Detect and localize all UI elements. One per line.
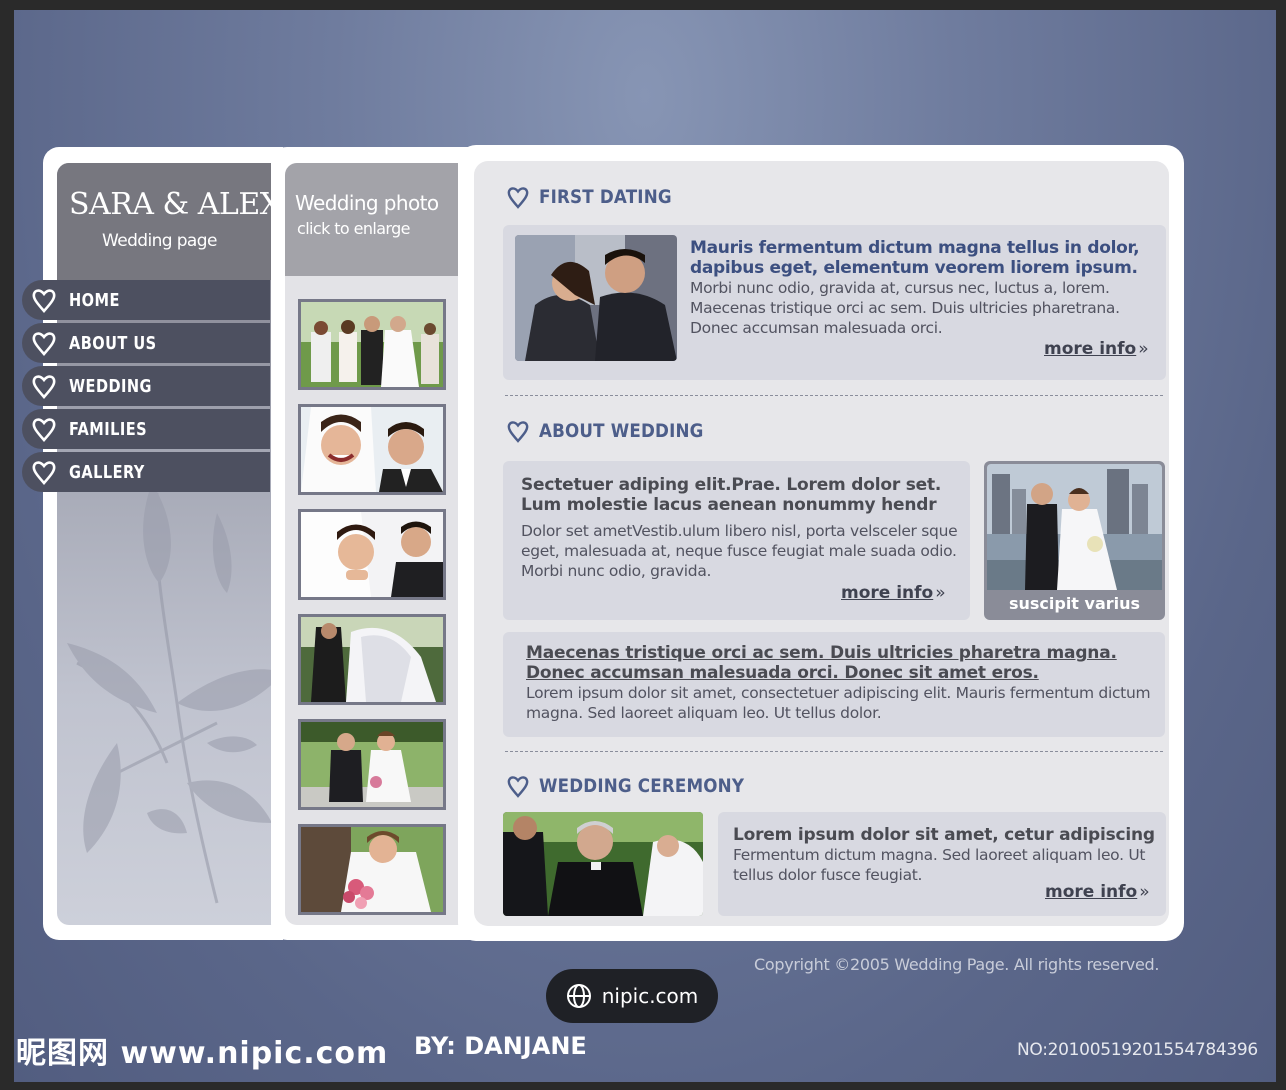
more-info-label: more info: [1045, 882, 1138, 902]
nav-item-wedding[interactable]: WEDDING: [22, 366, 270, 406]
site-subtitle: Wedding page: [102, 231, 217, 251]
about-wedding-photo-card: suscipit varius: [984, 461, 1165, 620]
nav-item-families[interactable]: FAMILIES: [22, 409, 270, 449]
about-wedding-lead: Sectetuer adiping elit.Prae. Lorem dolor…: [521, 475, 942, 515]
wedding-ceremony-photo: [503, 812, 703, 916]
photo-thumbnail[interactable]: [298, 509, 446, 600]
content-panel: FIRST DATING Mauris fermentum dictum mag…: [474, 161, 1169, 926]
wedding-ceremony-box: Lorem ipsum dolor sit amet, cetur adipis…: [718, 812, 1166, 916]
first-dating-box: Mauris fermentum dictum magna tellus in …: [503, 225, 1166, 380]
double-chevron-icon: »: [1138, 339, 1149, 359]
photo-thumbnail[interactable]: [298, 719, 446, 810]
photo-panel: Wedding photo click to enlarge: [285, 163, 470, 925]
bride-portrait-photo: [301, 512, 443, 597]
first-dating-more-info-link[interactable]: more info»: [1044, 339, 1149, 359]
nav-item-label: FAMILIES: [69, 419, 148, 440]
double-chevron-icon: »: [1139, 882, 1150, 902]
nav-item-gallery[interactable]: GALLERY: [22, 452, 270, 492]
section-divider: [505, 751, 1163, 752]
first-dating-text: Mauris fermentum dictum magna tellus in …: [690, 238, 1150, 338]
wedding-ceremony-text: Lorem ipsum dolor sit amet, cetur adipis…: [733, 825, 1158, 885]
photo-panel-subtitle: click to enlarge: [297, 219, 411, 238]
couple-harbor-photo: [987, 464, 1162, 590]
left-panel: SARA & ALEX Wedding page: [57, 163, 283, 925]
watermark-author: BY: DANJANE: [414, 1032, 587, 1060]
section-title-first-dating: FIRST DATING: [507, 185, 690, 209]
watermark-badge-text: nipic.com: [601, 984, 699, 1008]
globe-icon: [566, 984, 591, 1008]
heart-icon: [507, 776, 529, 798]
more-info-label: more info: [841, 583, 934, 603]
main-navigation: HOME ABOUT US WEDDING FAMILIES GALLERY: [22, 280, 270, 495]
section-title-text: FIRST DATING: [539, 186, 672, 208]
nav-item-about-us[interactable]: ABOUT US: [22, 323, 270, 363]
about-wedding-body: Dolor set ametVestib.ulum libero nisl, p…: [521, 522, 958, 580]
about-wedding-link-box: Maecenas tristique orci ac sem. Duis ult…: [503, 632, 1165, 737]
about-wedding-photo-caption: suscipit varius: [1008, 594, 1141, 613]
wedding-ceremony-more-info-link[interactable]: more info»: [1045, 882, 1150, 902]
priest-ceremony-photo: [503, 812, 703, 916]
heart-icon: [32, 461, 56, 485]
wedding-ceremony-lead: Lorem ipsum dolor sit amet, cetur adipis…: [733, 825, 1155, 845]
photo-panel-title: Wedding photo: [295, 191, 439, 215]
watermark-site: 昵图网 www.nipic.com: [16, 1036, 389, 1071]
nav-item-label: ABOUT US: [69, 333, 157, 354]
watermark-number: NO:20100519201554784396: [1017, 1040, 1258, 1060]
heart-icon: [32, 418, 56, 442]
site-header: SARA & ALEX Wedding page: [57, 163, 283, 280]
photo-panel-header: Wedding photo click to enlarge: [285, 163, 470, 276]
couple-kissing-photo: [515, 235, 677, 361]
more-info-label: more info: [1044, 339, 1137, 359]
photo-thumbnail[interactable]: [298, 824, 446, 915]
heart-icon: [32, 375, 56, 399]
photo-thumbnail[interactable]: [298, 614, 446, 705]
bride-groom-laughing-photo: [301, 407, 443, 492]
heart-icon: [32, 289, 56, 313]
double-chevron-icon: »: [935, 583, 946, 603]
veil-embrace-photo: [301, 617, 443, 702]
first-dating-photo: [515, 235, 677, 361]
section-title-text: ABOUT WEDDING: [539, 420, 704, 442]
bride-bouquet-photo: [301, 827, 443, 912]
nav-item-label: GALLERY: [69, 462, 145, 483]
nav-item-label: WEDDING: [69, 376, 152, 397]
wedding-group-photo: [301, 302, 443, 387]
about-wedding-link-text: Maecenas tristique orci ac sem. Duis ult…: [526, 643, 1156, 723]
section-title-about-wedding: ABOUT WEDDING: [507, 419, 726, 443]
about-wedding-box: Sectetuer adiping elit.Prae. Lorem dolor…: [503, 461, 970, 620]
photo-thumbnail[interactable]: [298, 404, 446, 495]
wedding-ceremony-body: Fermentum dictum magna. Sed laoreet aliq…: [733, 846, 1146, 884]
lily-flower-decoration: [67, 483, 283, 904]
section-title-text: WEDDING CEREMONY: [539, 775, 745, 797]
about-wedding-text: Sectetuer adiping elit.Prae. Lorem dolor…: [521, 475, 961, 581]
first-dating-lead: Mauris fermentum dictum magna tellus in …: [690, 238, 1140, 278]
about-wedding-article-link[interactable]: Maecenas tristique orci ac sem. Duis ult…: [526, 643, 1156, 683]
about-wedding-photo: [987, 464, 1162, 590]
heart-icon: [32, 332, 56, 356]
heart-icon: [507, 421, 529, 443]
watermark-badge: nipic.com: [546, 969, 718, 1023]
copyright-text: Copyright ©2005 Wedding Page. All rights…: [754, 955, 1160, 974]
photo-thumbnail[interactable]: [298, 299, 446, 390]
about-wedding-more-info-link[interactable]: more info»: [841, 583, 946, 603]
section-divider: [505, 395, 1163, 396]
about-wedding-link-body: Lorem ipsum dolor sit amet, consectetuer…: [526, 684, 1151, 722]
first-dating-body: Morbi nunc odio, gravida at, cursus nec,…: [690, 279, 1120, 337]
heart-icon: [507, 187, 529, 209]
nav-item-label: HOME: [69, 290, 120, 311]
section-title-wedding-ceremony: WEDDING CEREMONY: [507, 774, 772, 798]
site-title: SARA & ALEX: [69, 187, 281, 222]
couple-outdoor-photo: [301, 722, 443, 807]
nav-item-home[interactable]: HOME: [22, 280, 270, 320]
